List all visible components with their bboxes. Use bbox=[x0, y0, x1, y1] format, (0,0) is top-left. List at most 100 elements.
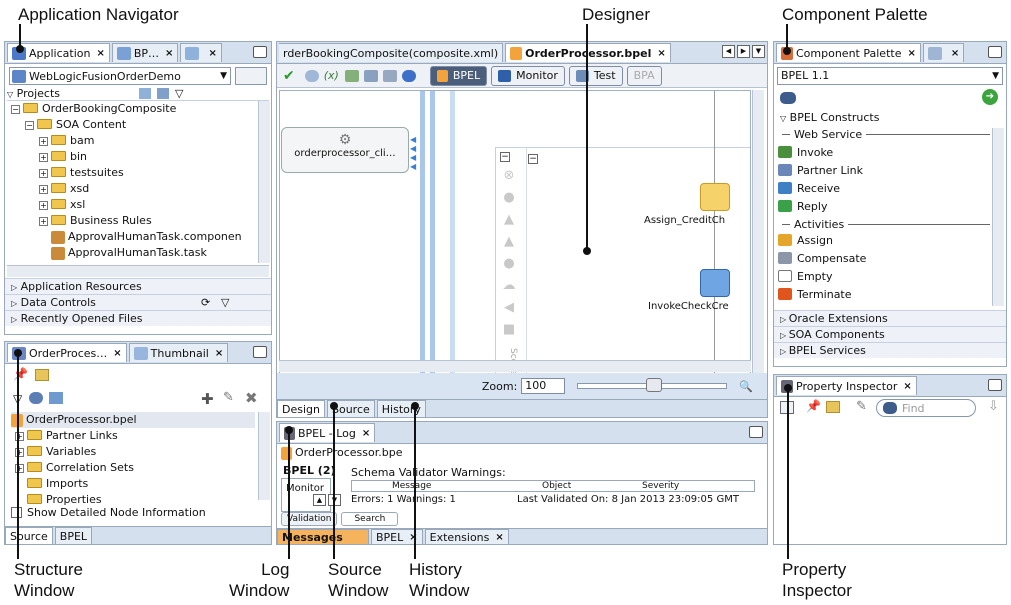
tree-item[interactable]: +BAM_OrderDO_bam.jca bbox=[11, 261, 257, 263]
scrollbar[interactable] bbox=[258, 412, 270, 500]
tree-root[interactable]: OrderProcessor.bpel bbox=[11, 412, 255, 428]
service-node[interactable]: ⚙ orderprocessor_cli… bbox=[281, 127, 409, 173]
tree-item[interactable]: + bin bbox=[11, 149, 257, 165]
expand-icon[interactable]: − bbox=[11, 105, 20, 114]
tab-structure[interactable]: OrderProces… × bbox=[7, 343, 127, 362]
palette-select[interactable]: BPEL 1.1 ▼ bbox=[777, 67, 1003, 85]
minimize-button[interactable] bbox=[253, 346, 267, 358]
monitor-mode-button[interactable]: Monitor bbox=[491, 65, 565, 86]
tab-component-palette[interactable]: Component Palette × bbox=[776, 43, 921, 62]
section-data-controls[interactable]: ▷ Data Controls ⟳ ▽ bbox=[5, 294, 271, 310]
gear-icon[interactable] bbox=[304, 69, 319, 82]
palette-item-reply[interactable]: Reply bbox=[774, 198, 992, 216]
scrollbar[interactable] bbox=[7, 265, 269, 277]
tab-history[interactable]: History bbox=[376, 400, 426, 417]
filter-icon[interactable]: ▽ bbox=[221, 295, 229, 311]
section-oracle-extensions[interactable]: ▷ Oracle Extensions bbox=[774, 310, 1006, 326]
tree-item[interactable]: − OrderBookingComposite bbox=[11, 101, 257, 117]
tab-design[interactable]: Design bbox=[277, 400, 325, 417]
new-icon[interactable] bbox=[35, 369, 49, 381]
collapse-icon[interactable]: − bbox=[528, 154, 538, 164]
section-bpel-constructs[interactable]: ▽ BPEL Constructs bbox=[774, 110, 1006, 126]
scrollbar[interactable] bbox=[279, 360, 751, 372]
scrollbar[interactable] bbox=[752, 90, 764, 392]
tab-bpel[interactable]: BP… × bbox=[111, 43, 179, 62]
close-icon[interactable]: × bbox=[657, 48, 665, 59]
grid-icon[interactable] bbox=[382, 69, 397, 82]
variable-icon[interactable]: (x) bbox=[324, 69, 339, 82]
scrollbar[interactable] bbox=[992, 128, 1004, 306]
close-icon[interactable]: × bbox=[951, 48, 959, 59]
tree-item[interactable]: + xsd bbox=[11, 181, 257, 197]
expand-icon[interactable]: − bbox=[25, 121, 34, 130]
info-icon[interactable] bbox=[401, 69, 416, 82]
tree-item[interactable]: + bam bbox=[11, 133, 257, 149]
assign-activity-label[interactable]: Assign_CreditCh bbox=[644, 215, 725, 226]
sync-icon[interactable] bbox=[157, 88, 169, 99]
structure-item[interactable]: + Partner Links bbox=[11, 428, 255, 444]
chevron-right-icon[interactable]: ▶ bbox=[737, 45, 750, 58]
zoom-slider[interactable] bbox=[577, 378, 728, 392]
palette-item-assign[interactable]: Assign bbox=[774, 232, 992, 250]
chevron-up-icon[interactable]: ▲ bbox=[313, 494, 326, 506]
bpel-canvas[interactable]: ⚙ orderprocessor_cli… ◀ ◀ ◀ ◀ − − ⊗ ● ▲ ▲ ● ☁ ◀ ■ … bbox=[279, 90, 751, 392]
edit-icon[interactable]: ✎ bbox=[856, 399, 867, 414]
application-select[interactable]: WebLogicFusionOrderDemo ▼ bbox=[9, 67, 231, 85]
test-mode-button[interactable]: Test bbox=[568, 65, 623, 86]
tab-property-inspector[interactable]: Property Inspector × bbox=[776, 376, 917, 395]
minimize-button[interactable] bbox=[988, 379, 1002, 391]
tab-structure-source[interactable]: Source bbox=[5, 527, 53, 544]
section-bpel-services[interactable]: ▷ BPEL Services bbox=[774, 342, 1006, 358]
palette-item-invoke[interactable]: Invoke bbox=[774, 144, 992, 162]
expand-icon[interactable]: + bbox=[39, 169, 48, 178]
section-soa-components[interactable]: ▷ SOA Components bbox=[774, 326, 1006, 342]
filter-icon[interactable]: ▽ bbox=[175, 87, 183, 100]
expand-icon[interactable]: + bbox=[39, 217, 48, 226]
close-icon[interactable]: × bbox=[113, 348, 121, 359]
expand-icon[interactable]: + bbox=[39, 201, 48, 210]
partner-icon[interactable] bbox=[344, 69, 359, 82]
palette-item-terminate[interactable]: Terminate bbox=[774, 286, 992, 304]
refresh-icon[interactable]: ⟳ bbox=[201, 295, 210, 311]
close-icon[interactable]: × bbox=[362, 428, 370, 439]
assign-activity-icon[interactable] bbox=[700, 183, 730, 211]
go-icon[interactable]: ➔ bbox=[982, 89, 998, 105]
new-icon[interactable] bbox=[826, 401, 840, 413]
show-detailed-node-checkbox[interactable]: Show Detailed Node Information bbox=[11, 506, 206, 519]
xml-icon[interactable] bbox=[363, 69, 378, 82]
palette-item-compensate[interactable]: Compensate bbox=[774, 250, 992, 268]
search-icon[interactable] bbox=[139, 88, 151, 99]
tab-structure-bpel[interactable]: BPEL bbox=[54, 527, 93, 544]
close-icon[interactable]: × bbox=[907, 48, 915, 59]
expand-icon[interactable]: + bbox=[39, 185, 48, 194]
tab-bpel-log[interactable]: BPEL - Log × bbox=[279, 423, 376, 442]
find-input[interactable]: Find bbox=[876, 399, 976, 417]
tab-thumbnail[interactable]: Thumbnail × bbox=[128, 343, 229, 362]
minimize-button[interactable] bbox=[749, 426, 763, 438]
invoke-activity-label[interactable]: InvokeCheckCre bbox=[648, 301, 729, 312]
arrow-down-icon[interactable]: ⇩ bbox=[988, 399, 999, 414]
section-recently-opened-files[interactable]: ▷ Recently Opened Files bbox=[5, 310, 271, 326]
minimize-button[interactable] bbox=[253, 46, 267, 58]
tree-item[interactable]: + testsuites bbox=[11, 165, 257, 181]
palette-item-receive[interactable]: Receive bbox=[774, 180, 992, 198]
palette-item-partner-link[interactable]: Partner Link bbox=[774, 162, 992, 180]
edit-icon[interactable]: ✎ bbox=[223, 390, 234, 405]
tree-item[interactable]: +ApprovalHumanTask.task bbox=[11, 245, 257, 261]
structure-item[interactable]: +Imports bbox=[11, 476, 255, 492]
invoke-activity-icon[interactable] bbox=[700, 269, 730, 297]
tree-item[interactable]: + xsl bbox=[11, 197, 257, 213]
zoom-input[interactable]: 100 bbox=[521, 378, 566, 394]
minimize-button[interactable] bbox=[988, 46, 1002, 58]
close-icon[interactable]: × bbox=[208, 48, 216, 59]
tab-resource-palette[interactable]: × bbox=[922, 43, 965, 62]
scrollbar[interactable] bbox=[258, 101, 270, 263]
tab-third[interactable]: × bbox=[180, 43, 222, 62]
bpel-mode-button[interactable]: BPEL bbox=[429, 65, 488, 86]
delete-icon[interactable]: ✖ bbox=[245, 389, 258, 407]
structure-item[interactable]: + Correlation Sets bbox=[11, 460, 255, 476]
structure-item[interactable]: + Variables bbox=[11, 444, 255, 460]
search-icon[interactable] bbox=[29, 392, 43, 404]
projects-header[interactable]: ▽ Projects ▽ bbox=[7, 87, 269, 101]
close-icon[interactable]: × bbox=[903, 381, 911, 392]
